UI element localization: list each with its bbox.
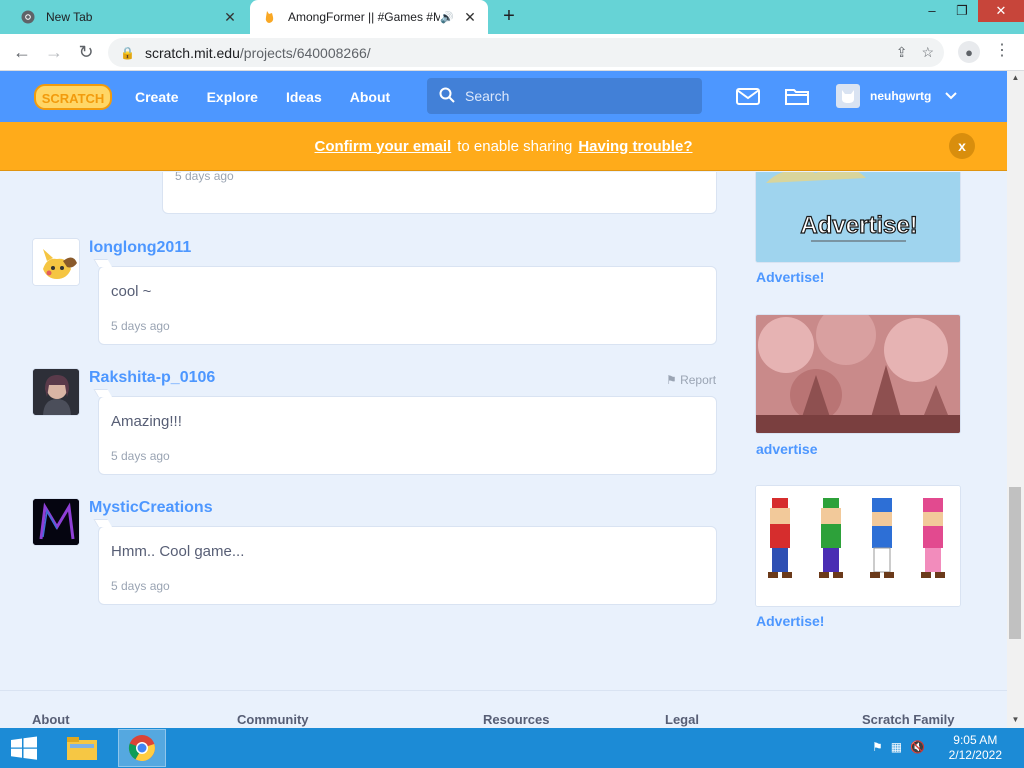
comment-text: Hmm.. Cool game... (111, 543, 245, 560)
comment-text: cool ~ (111, 283, 152, 300)
confirm-email-link[interactable]: Confirm your email (315, 138, 452, 155)
studio-title[interactable]: advertise (756, 441, 817, 457)
search-icon (439, 87, 455, 106)
nav-about[interactable]: About (336, 71, 404, 122)
footer-heading-resources: Resources (483, 712, 550, 727)
footer-heading-legal: Legal (665, 712, 699, 727)
footer-heading-scratch-family: Scratch Family (862, 712, 955, 727)
chrome-icon (20, 9, 36, 25)
commenter-avatar[interactable] (32, 498, 80, 546)
comment-time: 5 days ago (175, 172, 234, 183)
having-trouble-link[interactable]: Having trouble? (578, 138, 692, 155)
commenter-username[interactable]: longlong2011 (89, 239, 191, 257)
report-link[interactable]: ⚑ Report (666, 373, 716, 387)
studio-thumbnail[interactable]: Advertise! (755, 172, 961, 263)
studio-title[interactable]: Advertise! (756, 269, 824, 285)
share-icon[interactable]: ⇪ (896, 44, 908, 61)
tab-close-icon[interactable]: ✕ (220, 9, 240, 26)
messages-envelope-icon[interactable] (735, 84, 761, 108)
volume-muted-icon[interactable]: 🔇 (910, 740, 925, 754)
forward-arrow-icon[interactable]: → (42, 41, 66, 65)
scratch-logo[interactable]: SCRATCH (34, 82, 112, 112)
bookmark-star-icon[interactable]: ☆ (921, 44, 934, 61)
speaker-icon[interactable]: 🔊 (440, 11, 454, 24)
banner-text: to enable sharing (457, 137, 573, 155)
confirm-email-banner: Confirm your email to enable sharing Hav… (0, 122, 1007, 171)
window-close-button[interactable]: ✕ (978, 0, 1024, 22)
lock-icon: 🔒 (120, 45, 135, 60)
studio-title[interactable]: Advertise! (756, 613, 824, 629)
search-placeholder: Search (465, 88, 510, 104)
clock-date: 2/12/2022 (948, 748, 1002, 762)
user-avatar (836, 84, 860, 108)
url-path: /projects/640008266/ (239, 44, 371, 61)
my-stuff-folder-icon[interactable] (784, 84, 810, 108)
tab-title: New Tab (46, 10, 93, 24)
url-host: scratch.mit.edu (144, 44, 240, 61)
comment-time: 5 days ago (111, 579, 170, 593)
account-menu[interactable]: neuhgwrtg (836, 84, 958, 108)
windows-taskbar: ⚑ ▦ 🔇 9:05 AM 2/12/2022 (0, 728, 1024, 768)
profile-icon[interactable]: ● (958, 41, 980, 63)
studio-thumbnail[interactable] (755, 485, 961, 607)
tab-close-icon[interactable]: ✕ (460, 9, 480, 26)
chevron-down-icon (945, 89, 958, 103)
commenter-avatar[interactable] (32, 238, 80, 286)
tab-among-former[interactable]: AmongFormer || #Games #M 🔊 ✕ (250, 0, 488, 34)
footer-heading-community: Community (237, 712, 309, 727)
comment-text: Amazing!!! (111, 413, 182, 430)
nav-ideas[interactable]: Ideas (272, 71, 336, 122)
banner-close-button[interactable]: x (949, 133, 975, 159)
username: neuhgwrtg (870, 89, 932, 103)
system-tray: ⚑ ▦ 🔇 (872, 740, 925, 754)
menu-kebab-icon[interactable]: ⋮ (992, 40, 1012, 64)
restore-button[interactable]: ❐ (944, 0, 980, 22)
tab-new-tab[interactable]: New Tab ✕ (8, 0, 248, 34)
browser-toolbar: ← → ↻ 🔒 scratch.mit.edu/projects/6400082… (0, 34, 1024, 71)
new-tab-button[interactable]: + (498, 6, 520, 28)
commenter-avatar[interactable] (32, 368, 80, 416)
footer-heading-about: About (32, 712, 70, 727)
comment-time: 5 days ago (111, 319, 170, 333)
comment-bubble: cool ~ 5 days ago (93, 259, 717, 345)
scratch-navbar: SCRATCH Create Explore Ideas About Searc… (0, 71, 1007, 122)
clock-time: 9:05 AM (953, 733, 998, 747)
comment-bubble: Amazing!!! 5 days ago (93, 389, 717, 475)
back-arrow-icon[interactable]: ← (10, 41, 34, 65)
action-center-flag-icon[interactable]: ⚑ (872, 740, 883, 754)
scroll-up-arrow-icon[interactable]: ▲ (1007, 71, 1024, 85)
address-bar[interactable]: 🔒 scratch.mit.edu/projects/640008266/ ⇪ … (108, 38, 944, 67)
svg-text:SCRATCH: SCRATCH (42, 91, 105, 106)
studio-thumbnail[interactable] (755, 314, 961, 434)
browser-tab-strip: New Tab ✕ AmongFormer || #Games #M 🔊 ✕ +… (0, 0, 1024, 34)
file-explorer-icon[interactable] (58, 729, 106, 767)
page-scrollbar[interactable]: ▲ ▼ (1007, 71, 1024, 728)
chrome-taskbar-icon[interactable] (118, 729, 166, 767)
reload-icon[interactable]: ↻ (74, 41, 98, 65)
scroll-down-arrow-icon[interactable]: ▼ (1007, 713, 1024, 727)
comment-bubble: Hmm.. Cool game... 5 days ago (93, 519, 717, 605)
windows-start-icon[interactable] (10, 736, 38, 760)
svg-text:Advertise!: Advertise! (800, 212, 917, 239)
tab-title: AmongFormer || #Games #M (288, 10, 441, 24)
project-comments-area: 5 days ago longlong2011 cool ~ 5 days ag… (0, 172, 1007, 728)
comment-time: 5 days ago (111, 449, 170, 463)
page-footer: About Community Resources Legal Scratch … (0, 690, 1007, 728)
scratch-cat-icon (262, 9, 278, 25)
comment-bubble: 5 days ago (162, 172, 717, 214)
network-icon[interactable]: ▦ (891, 740, 902, 754)
nav-explore[interactable]: Explore (193, 71, 272, 122)
commenter-username[interactable]: MysticCreations (89, 499, 213, 517)
search-input[interactable]: Search (427, 78, 702, 114)
nav-create[interactable]: Create (121, 71, 193, 122)
flag-icon: ⚑ (666, 373, 681, 387)
commenter-username[interactable]: Rakshita-p_0106 (89, 369, 215, 387)
scrollbar-thumb[interactable] (1009, 487, 1021, 639)
taskbar-clock[interactable]: 9:05 AM 2/12/2022 (949, 733, 1002, 763)
